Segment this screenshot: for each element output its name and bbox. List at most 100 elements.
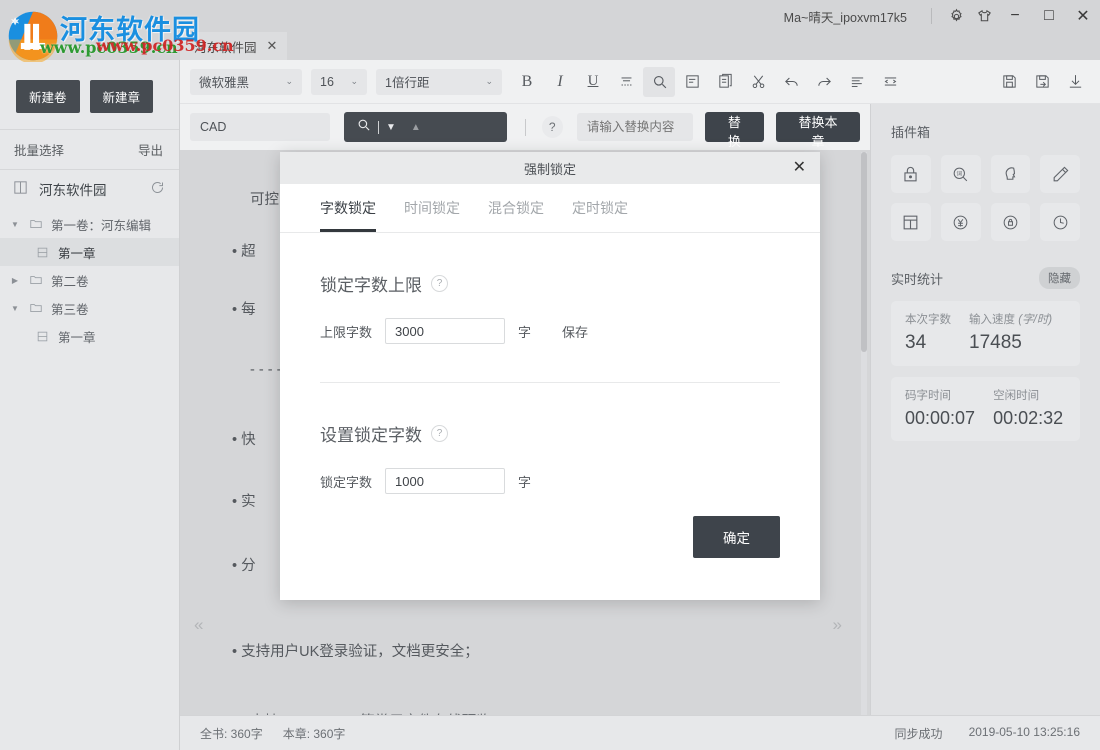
- window-title: Ma~晴天_ipoxvm17k5: [784, 7, 907, 26]
- dialog-close-icon[interactable]: ✕: [793, 160, 806, 176]
- force-lock-dialog: 强制锁定 ✕ 字数锁定 时间锁定 混合锁定 定时锁定 锁定字数上限 ? 上限字数…: [280, 152, 820, 600]
- word-search-icon[interactable]: 词: [941, 155, 981, 193]
- bold-button[interactable]: B: [511, 67, 543, 97]
- section-divider: [320, 382, 780, 383]
- gear-icon[interactable]: [942, 2, 970, 30]
- caret-up-icon[interactable]: ▲: [411, 122, 421, 133]
- expand-arrow-icon[interactable]: ▶: [8, 276, 22, 285]
- tab-close-icon[interactable]: ✕: [267, 38, 278, 54]
- document-line: • 每: [232, 298, 256, 319]
- toolbar-right-group: [993, 67, 1092, 97]
- help-icon[interactable]: ?: [431, 425, 448, 442]
- upper-limit-input[interactable]: [385, 318, 505, 344]
- tree-item-volume-1[interactable]: ▼ 第一卷：河东编辑: [0, 210, 179, 238]
- dotted-underline-icon[interactable]: [610, 67, 642, 97]
- replace-input[interactable]: [577, 113, 693, 141]
- folder-icon: [29, 273, 44, 287]
- document-line: • 支持用户UK登录验证，文档更安全；: [232, 640, 479, 661]
- lock-rotate-icon[interactable]: [991, 203, 1031, 241]
- replace-button[interactable]: 替换: [705, 112, 764, 142]
- tree-item-chapter-3-1[interactable]: 第一章: [0, 322, 179, 350]
- save-as-icon[interactable]: [1026, 67, 1058, 97]
- tab-scheduled-lock[interactable]: 定时锁定: [572, 198, 628, 232]
- stat-label: 输入速度 (字/时): [969, 311, 1052, 327]
- status-bar: 全书: 360字 本章: 360字 同步成功 2019-05-10 13:25:…: [180, 715, 1100, 750]
- save-icon[interactable]: [993, 67, 1025, 97]
- table-icon[interactable]: [891, 203, 931, 241]
- lock-icon[interactable]: [891, 155, 931, 193]
- indent-icon[interactable]: [874, 67, 906, 97]
- align-left-icon[interactable]: [841, 67, 873, 97]
- line-spacing-select[interactable]: 1倍行距 ⌄: [376, 69, 502, 95]
- search-input[interactable]: [190, 113, 330, 141]
- help-icon[interactable]: ?: [431, 275, 448, 292]
- scissors-icon[interactable]: [742, 67, 774, 97]
- document-scrollbar[interactable]: [861, 152, 867, 715]
- scrollbar-thumb[interactable]: [861, 152, 867, 352]
- tree-item-volume-3[interactable]: ▼ 第三卷: [0, 294, 179, 322]
- new-volume-button[interactable]: 新建卷: [16, 80, 80, 113]
- clock-icon[interactable]: [1040, 203, 1080, 241]
- pencil-icon[interactable]: [1040, 155, 1080, 193]
- tab-mixed-lock[interactable]: 混合锁定: [488, 198, 544, 232]
- redo-icon[interactable]: [808, 67, 840, 97]
- chevron-down-icon: ⌄: [485, 76, 493, 87]
- dialog-body: 锁定字数上限 ? 上限字数 字 保存 设置锁定字数 ? 锁定字数 字 确定: [280, 271, 820, 558]
- refresh-icon[interactable]: [150, 180, 165, 198]
- expand-arrow-icon[interactable]: ▼: [8, 304, 22, 313]
- whole-book-count: 全书: 360字: [200, 725, 263, 742]
- download-icon[interactable]: [1059, 67, 1091, 97]
- stat-idle-time: 空闲时间 00:02:32: [993, 387, 1063, 429]
- help-icon[interactable]: ?: [542, 116, 563, 138]
- yen-icon[interactable]: [941, 203, 981, 241]
- tree-item-label: 第一章: [58, 243, 96, 262]
- save-link[interactable]: 保存: [562, 322, 588, 341]
- confirm-button[interactable]: 确定: [693, 516, 780, 558]
- tab-word-count-lock[interactable]: 字数锁定: [320, 198, 376, 232]
- font-size-select[interactable]: 16 ⌄: [311, 69, 367, 95]
- italic-button[interactable]: I: [544, 67, 576, 97]
- book-row[interactable]: 河东软件园: [0, 170, 179, 208]
- new-chapter-button[interactable]: 新建章: [90, 80, 154, 113]
- sidebar-batch-row: 批量选择 导出: [0, 130, 179, 169]
- search-box[interactable]: ▼ ▲: [344, 112, 507, 142]
- text-cursor: [378, 121, 379, 134]
- batch-select-link[interactable]: 批量选择: [14, 140, 64, 159]
- stat-typing-time: 码字时间 00:00:07: [905, 387, 975, 429]
- status-left: 全书: 360字 本章: 360字: [200, 725, 345, 742]
- document-tab[interactable]: 河东软件园 ✕: [180, 32, 287, 60]
- stat-value: 00:02:32: [993, 408, 1063, 429]
- underline-button[interactable]: U: [577, 67, 609, 97]
- replace-chapter-button[interactable]: 替换本章: [776, 112, 860, 142]
- hide-stats-button[interactable]: 隐藏: [1039, 267, 1080, 289]
- document-line: • 超: [232, 240, 256, 261]
- status-right: 同步成功 2019-05-10 13:25:16: [895, 725, 1080, 742]
- close-button[interactable]: ✕: [1066, 1, 1100, 31]
- document-line: 可控: [250, 188, 279, 209]
- prev-page-icon[interactable]: «: [194, 615, 203, 635]
- undo-icon[interactable]: [775, 67, 807, 97]
- chapter-count: 本章: 360字: [283, 725, 346, 742]
- tab-time-lock[interactable]: 时间锁定: [404, 198, 460, 232]
- copy-icon[interactable]: [709, 67, 741, 97]
- expand-arrow-icon[interactable]: ▼: [8, 220, 22, 229]
- maximize-button[interactable]: □: [1032, 1, 1066, 31]
- next-page-icon[interactable]: »: [833, 615, 842, 635]
- font-family-select[interactable]: 微软雅黑 ⌄: [190, 69, 302, 95]
- tree-item-volume-2[interactable]: ▶ 第二卷: [0, 266, 179, 294]
- document-line: • 快: [232, 428, 256, 449]
- title-bar: Ma~晴天_ipoxvm17k5 − □ ✕: [0, 0, 1100, 32]
- font-family-value: 微软雅黑: [199, 72, 249, 91]
- minimize-button[interactable]: −: [998, 1, 1032, 31]
- stat-label: 本次字数: [905, 311, 951, 327]
- export-link[interactable]: 导出: [138, 140, 163, 159]
- caret-down-icon[interactable]: ▼: [386, 122, 396, 133]
- shirt-icon[interactable]: [970, 2, 998, 30]
- svg-text:词: 词: [957, 169, 963, 177]
- search-icon[interactable]: [643, 67, 675, 97]
- head-profile-icon[interactable]: [991, 155, 1031, 193]
- paragraph-icon[interactable]: [676, 67, 708, 97]
- tree-item-chapter-1-1[interactable]: 第一章: [0, 238, 179, 266]
- lock-count-input[interactable]: [385, 468, 505, 494]
- sidebar-actions: 新建卷 新建章: [0, 60, 179, 129]
